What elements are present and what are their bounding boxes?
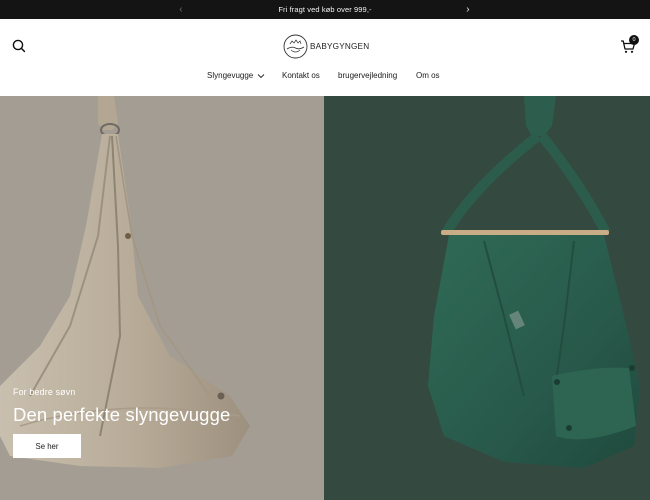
nav-item-kontakt[interactable]: Kontakt os bbox=[282, 71, 320, 80]
cart-button[interactable]: 0 bbox=[619, 35, 641, 57]
hero-subtitle: For bedre søvn bbox=[13, 387, 76, 397]
site-logo[interactable]: BABYGYNGEN bbox=[282, 33, 369, 59]
hero-cta-button[interactable]: Se her bbox=[13, 434, 81, 458]
chevron-right-icon[interactable]: › bbox=[459, 0, 477, 19]
logo-text: BABYGYNGEN bbox=[310, 41, 370, 51]
search-icon bbox=[12, 39, 26, 53]
chevron-left-icon[interactable]: ‹ bbox=[172, 0, 190, 19]
nav-item-slyngevugge[interactable]: Slyngevugge bbox=[207, 71, 265, 80]
nav-item-label: brugervejledning bbox=[338, 71, 398, 80]
nav-item-label: Kontakt os bbox=[282, 71, 320, 80]
nav-item-label: Slyngevugge bbox=[207, 71, 254, 80]
nav-item-label: Om os bbox=[416, 71, 440, 80]
main-nav: Slyngevugge Kontakt os brugervejledning … bbox=[0, 71, 650, 85]
logo-mark-icon bbox=[283, 34, 308, 58]
hero-image-green-cradle bbox=[324, 96, 650, 500]
nav-item-om-os[interactable]: Om os bbox=[416, 71, 440, 80]
green-cradle-image bbox=[428, 96, 640, 468]
hero-banner: For bedre søvn Den perfekte slyngevugge … bbox=[0, 96, 650, 500]
hero-title: Den perfekte slyngevugge bbox=[13, 404, 231, 425]
nav-item-brugervejledning[interactable]: brugervejledning bbox=[338, 71, 397, 80]
chevron-down-icon bbox=[257, 73, 265, 78]
cart-count-badge: 0 bbox=[629, 35, 639, 45]
search-button[interactable] bbox=[9, 36, 29, 56]
hero-text-block: For bedre søvn Den perfekte slyngevugge bbox=[13, 387, 230, 426]
site-header: BABYGYNGEN 0 Slyngevugge Kontakt os brug… bbox=[0, 19, 650, 96]
announcement-text: Fri fragt ved køb over 999,- bbox=[278, 5, 372, 14]
announcement-bar: ‹ Fri fragt ved køb over 999,- › bbox=[0, 0, 650, 19]
